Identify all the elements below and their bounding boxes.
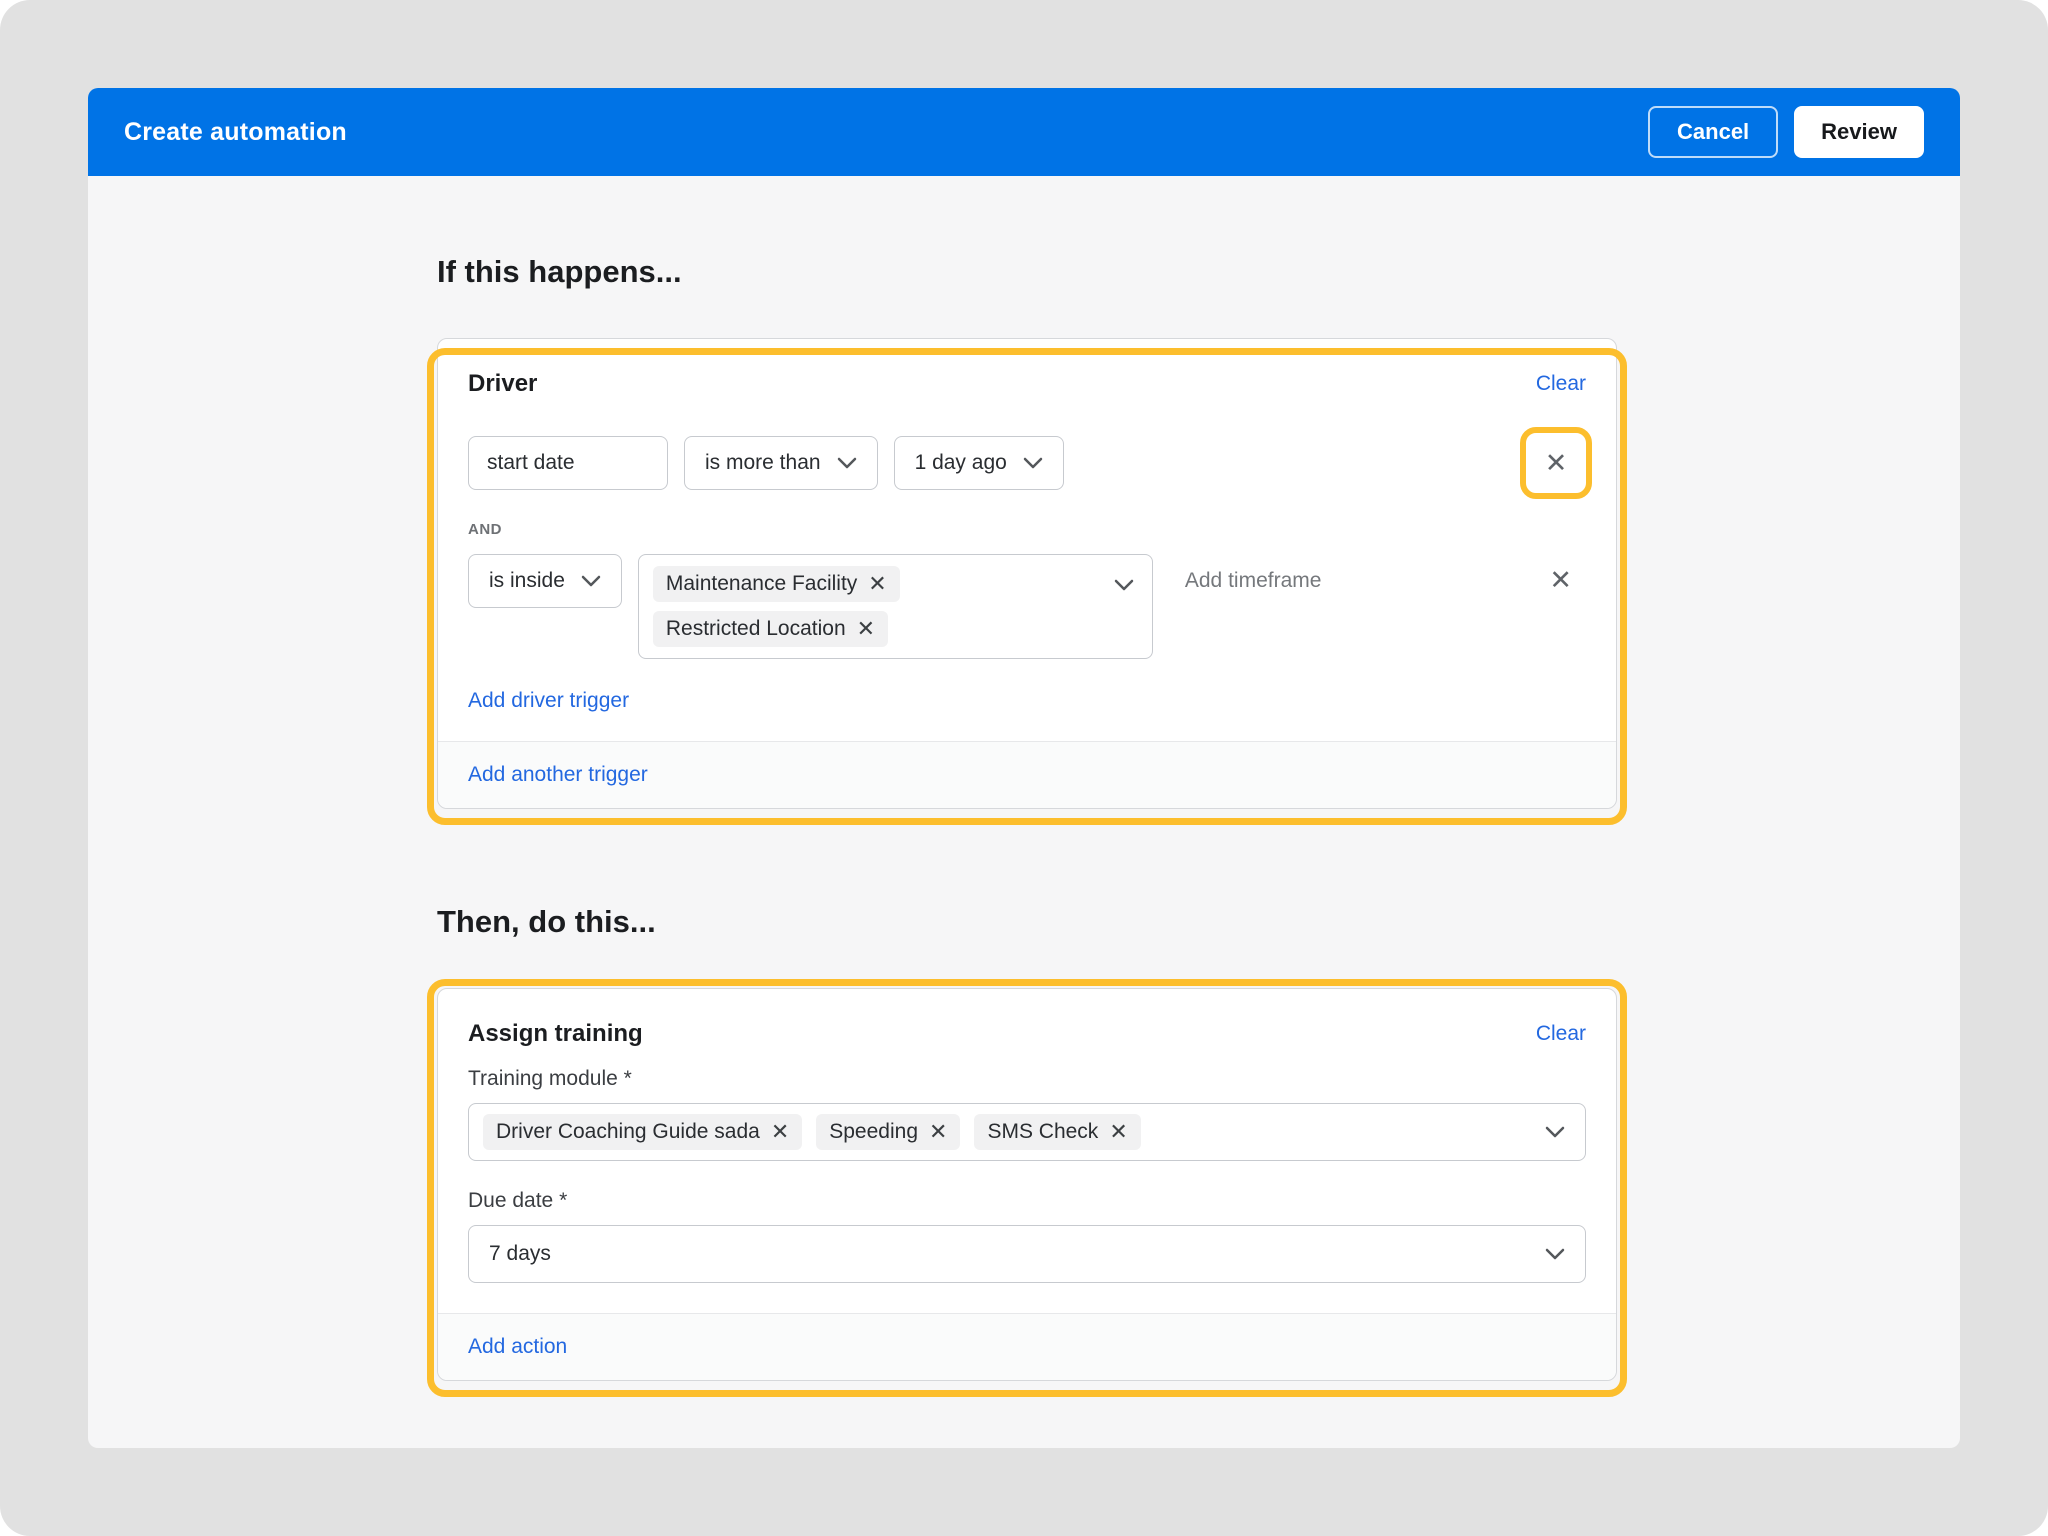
remove-row-highlight-ring: ✕ xyxy=(1520,427,1592,499)
trigger-timeframe-select[interactable]: 1 day ago xyxy=(894,436,1064,490)
geofence-chip-label: Maintenance Facility xyxy=(666,572,857,596)
geofence-operator-value: is inside xyxy=(489,569,565,593)
training-chip: Speeding ✕ xyxy=(816,1114,960,1150)
remove-chip-icon[interactable]: ✕ xyxy=(929,1121,947,1143)
modal-header: Create automation Cancel Review xyxy=(88,88,1960,176)
trigger-card-footer: Add another trigger xyxy=(438,741,1616,808)
review-button[interactable]: Review xyxy=(1794,106,1924,158)
remove-chip-icon[interactable]: ✕ xyxy=(868,573,886,595)
geofence-chip: Maintenance Facility ✕ xyxy=(653,566,900,602)
trigger-section-heading: If this happens... xyxy=(437,254,1617,290)
trigger-operator-value: is more than xyxy=(705,451,821,475)
trigger-card-title: Driver xyxy=(468,370,537,398)
chevron-down-icon xyxy=(837,457,857,469)
training-chip-label: Speeding xyxy=(829,1120,918,1144)
trigger-card-wrapper: Driver Clear is more than xyxy=(437,338,1617,809)
remove-chip-icon[interactable]: ✕ xyxy=(1109,1121,1127,1143)
due-date-label: Due date * xyxy=(468,1189,1586,1213)
trigger-row-2: is inside Maintenance Facility ✕ xyxy=(468,554,1586,659)
header-actions: Cancel Review xyxy=(1648,106,1924,158)
cancel-button[interactable]: Cancel xyxy=(1648,106,1778,158)
page-title: Create automation xyxy=(124,118,347,147)
chevron-down-icon xyxy=(1114,579,1134,591)
add-action-link[interactable]: Add action xyxy=(468,1335,567,1358)
chevron-down-icon xyxy=(581,575,601,587)
chevron-down-icon xyxy=(1023,457,1043,469)
and-label: AND xyxy=(468,521,1586,538)
training-chip: SMS Check ✕ xyxy=(974,1114,1140,1150)
trigger-row-1: is more than 1 day ago xyxy=(468,427,1586,499)
add-driver-trigger-link[interactable]: Add driver trigger xyxy=(468,689,629,712)
geofence-operator-select[interactable]: is inside xyxy=(468,554,622,608)
create-automation-modal: Create automation Cancel Review If this … xyxy=(88,88,1960,1448)
add-another-trigger-link[interactable]: Add another trigger xyxy=(468,763,648,786)
training-chip-label: SMS Check xyxy=(987,1120,1098,1144)
action-card-footer: Add action xyxy=(438,1313,1616,1380)
trigger-card: Driver Clear is more than xyxy=(437,338,1617,809)
chevron-down-icon xyxy=(1545,1126,1565,1138)
training-chip-label: Driver Coaching Guide sada xyxy=(496,1120,760,1144)
trigger-clear-link[interactable]: Clear xyxy=(1536,372,1586,396)
action-card-wrapper: Assign training Clear Training module * … xyxy=(437,988,1617,1381)
remove-chip-icon[interactable]: ✕ xyxy=(771,1121,789,1143)
geofence-chip: Restricted Location ✕ xyxy=(653,611,888,647)
action-card: Assign training Clear Training module * … xyxy=(437,988,1617,1381)
action-clear-link[interactable]: Clear xyxy=(1536,1022,1586,1046)
training-chip: Driver Coaching Guide sada ✕ xyxy=(483,1114,802,1150)
training-module-label: Training module * xyxy=(468,1067,1586,1091)
training-module-multiselect[interactable]: Driver Coaching Guide sada ✕ Speeding ✕ … xyxy=(468,1103,1586,1161)
add-timeframe-button[interactable]: Add timeframe xyxy=(1185,554,1322,608)
geofence-multiselect[interactable]: Maintenance Facility ✕ Restricted Locati… xyxy=(638,554,1153,659)
action-card-title: Assign training xyxy=(468,1020,643,1048)
due-date-select[interactable]: 7 days xyxy=(468,1225,1586,1283)
due-date-value: 7 days xyxy=(489,1242,551,1266)
remove-trigger-row-icon[interactable]: ✕ xyxy=(1545,450,1568,477)
trigger-operator-select[interactable]: is more than xyxy=(684,436,878,490)
trigger-field-input[interactable] xyxy=(468,436,668,490)
geofence-chip-label: Restricted Location xyxy=(666,617,846,641)
chevron-down-icon xyxy=(1545,1248,1565,1260)
trigger-timeframe-value: 1 day ago xyxy=(915,451,1007,475)
remove-chip-icon[interactable]: ✕ xyxy=(857,618,875,640)
remove-trigger-row-icon[interactable]: ✕ xyxy=(1549,567,1572,594)
app-background: Create automation Cancel Review If this … xyxy=(0,0,2048,1536)
action-section-heading: Then, do this... xyxy=(437,904,1617,940)
